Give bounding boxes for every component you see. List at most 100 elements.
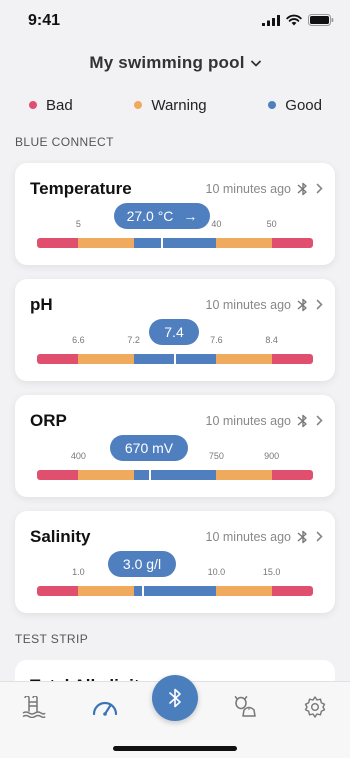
battery-icon: [308, 14, 334, 26]
range-bad: [37, 586, 79, 596]
wifi-icon: [286, 14, 302, 26]
legend-label-warning: Warning: [151, 96, 207, 114]
bluetooth-sync-icon: [297, 182, 307, 196]
range-warning: [216, 238, 272, 248]
value-text: 27.0 °C: [126, 208, 174, 224]
tab-pets[interactable]: [232, 694, 258, 720]
card-time: 10 minutes ago: [205, 298, 291, 312]
legend: Bad Warning Good: [0, 90, 350, 120]
bluetooth-icon: [169, 688, 181, 708]
value-marker: [174, 345, 176, 364]
bluetooth-sync-icon: [297, 298, 307, 312]
range-warning: [216, 470, 272, 480]
card-salinity[interactable]: Salinity 10 minutes ago 1.0 10.0 15.0 3.…: [15, 511, 335, 613]
range-warning: [216, 354, 272, 364]
value-marker: [142, 577, 144, 596]
value-text: 7.4: [164, 324, 184, 340]
range-bad: [37, 470, 79, 480]
range-bad: [271, 470, 313, 480]
legend-good: Good: [268, 97, 322, 114]
tick-label: 7.2: [127, 335, 140, 345]
status-time: 9:41: [28, 12, 61, 29]
tick-label: 8.4: [265, 335, 278, 345]
range-warning: [78, 586, 134, 596]
card-title: Salinity: [30, 527, 91, 546]
value-bubble: 3.0 g/l: [108, 551, 176, 577]
section-title-test-strip: TEST STRIP: [15, 632, 89, 646]
legend-warning: Warning: [134, 96, 207, 114]
range-warning: [78, 470, 134, 480]
pool-selector[interactable]: My swimming pool: [0, 44, 350, 82]
range-good: [133, 238, 217, 248]
range-bar: [37, 586, 313, 596]
card-title: pH: [30, 295, 53, 314]
chevron-right-icon: [316, 299, 323, 310]
tick-label: 10.0: [207, 567, 226, 577]
home-indicator: [113, 746, 237, 751]
card-orp[interactable]: ORP 10 minutes ago 400 750 900 670 mV: [15, 395, 335, 497]
range-bad: [37, 238, 79, 248]
card-title: ORP: [30, 411, 67, 430]
legend-bad: Bad: [29, 97, 73, 114]
value-bubble: 7.4: [149, 319, 199, 345]
range-warning: [78, 354, 134, 364]
tab-dashboard[interactable]: [92, 694, 118, 720]
value-bubble: 27.0 °C →: [114, 203, 210, 229]
tick-label: 400: [70, 451, 86, 461]
pets-icon: [234, 696, 256, 717]
status-bar: 9:41: [0, 0, 350, 44]
chevron-right-icon: [316, 415, 323, 426]
range-warning: [216, 586, 272, 596]
tick-label: 15.0: [262, 567, 281, 577]
signal-icon: [262, 14, 280, 26]
range-good: [133, 586, 217, 596]
page-title: My swimming pool: [89, 53, 245, 72]
legend-dot-good: [268, 101, 277, 109]
range-bad: [37, 354, 79, 364]
tick-label: 750: [208, 451, 224, 461]
gauge-icon: [92, 701, 118, 716]
range-bad: [271, 238, 313, 248]
value-marker: [161, 229, 163, 248]
range-warning: [78, 238, 134, 248]
legend-label-bad: Bad: [46, 96, 73, 114]
tick-label: 50: [266, 219, 277, 229]
card-temperature[interactable]: Temperature 10 minutes ago 5 40 50 27.0 …: [15, 163, 335, 265]
range-bar: [37, 238, 313, 248]
card-ph[interactable]: pH 10 minutes ago 6.6 7.2 7.6 8.4 7.4: [15, 279, 335, 381]
card-time: 10 minutes ago: [205, 182, 291, 196]
chevron-right-icon: [316, 531, 323, 542]
legend-label-good: Good: [285, 96, 322, 114]
chevron-down-icon: [250, 60, 261, 66]
tick-label: 40: [211, 219, 222, 229]
card-title: Temperature: [30, 179, 132, 198]
tick-label: 5: [75, 219, 81, 229]
bluetooth-sync-icon: [297, 530, 307, 544]
tab-pool[interactable]: [21, 694, 47, 720]
tick-label: 7.6: [210, 335, 223, 345]
tick-label: 6.6: [72, 335, 85, 345]
tick-label: 1.0: [72, 567, 85, 577]
chevron-right-icon: [316, 183, 323, 194]
value-text: 3.0 g/l: [122, 556, 162, 572]
range-bar: [37, 470, 313, 480]
range-bad: [271, 586, 313, 596]
legend-dot-warning: [134, 101, 143, 109]
bluetooth-button[interactable]: [152, 675, 198, 721]
value-bubble: 670 mV: [110, 435, 188, 461]
tab-settings[interactable]: [302, 694, 328, 720]
value-marker: [149, 461, 151, 480]
scale-ticks: 1.0 10.0 15.0: [37, 567, 313, 581]
tick-label: 900: [264, 451, 280, 461]
value-text: 670 mV: [124, 440, 174, 456]
trend-arrow-icon: →: [183, 208, 198, 224]
bluetooth-sync-icon: [297, 414, 307, 428]
pool-icon: [22, 696, 46, 718]
status-icons: [262, 14, 334, 26]
legend-dot-bad: [29, 101, 37, 109]
section-title-blue-connect: BLUE CONNECT: [15, 135, 114, 149]
gear-icon: [304, 696, 326, 718]
card-time: 10 minutes ago: [205, 530, 291, 544]
range-good: [133, 470, 217, 480]
card-time: 10 minutes ago: [205, 414, 291, 428]
